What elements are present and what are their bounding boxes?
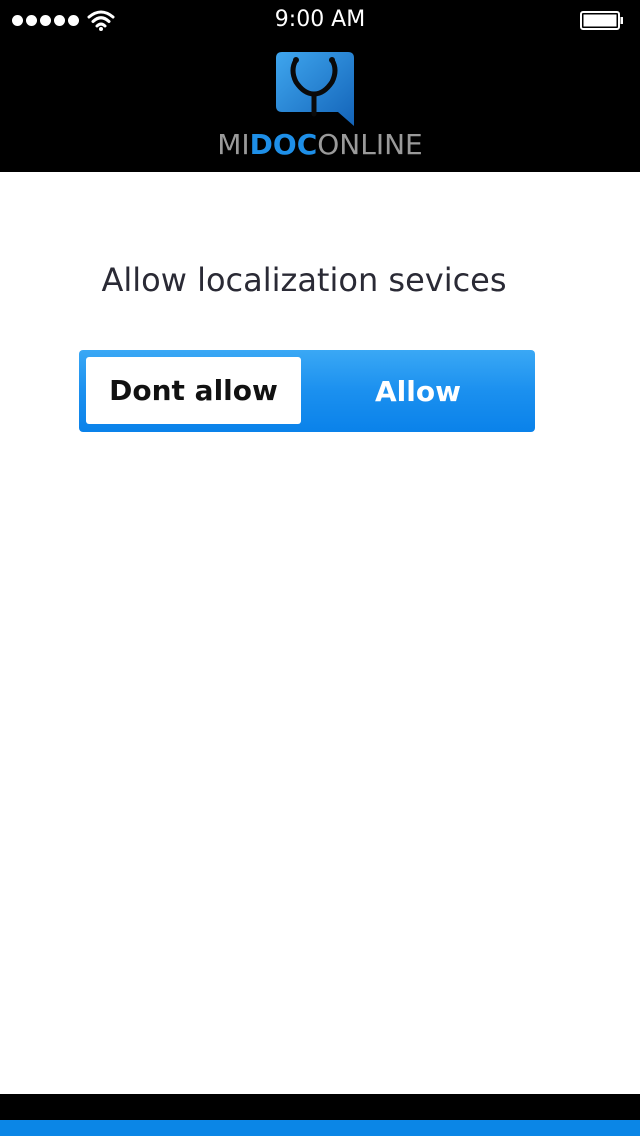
location-prompt: Allow localization sevices [101,261,507,299]
battery-icon [580,11,623,30]
logo-mi: MI [217,128,250,161]
status-time: 9:00 AM [274,7,366,32]
app-logo-wordmark: MIDOCONLINE [0,128,640,162]
footer-bar [0,1094,640,1120]
status-bar: 9:00 AM [0,0,640,40]
location-permission-control: Dont allow Allow [79,350,535,432]
logo-online: ONLINE [317,128,423,161]
allow-button[interactable]: Allow [301,350,535,432]
app-header: 9:00 AM MIDOCONLINE [0,0,640,172]
dont-allow-button[interactable]: Dont allow [86,357,301,424]
stethoscope-chat-icon [276,52,354,126]
logo-doc: DOC [249,128,318,161]
footer-accent-bar [0,1120,640,1136]
